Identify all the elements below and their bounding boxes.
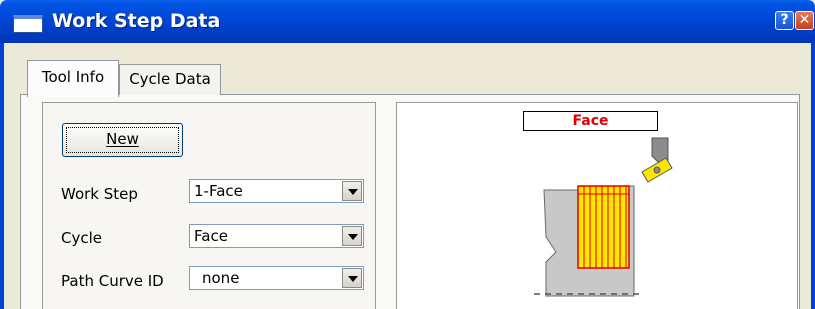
cycle-value: Face [194, 227, 228, 245]
window-title: Work Step Data [52, 10, 221, 32]
new-button[interactable]: New [62, 123, 183, 157]
face-cycle-diagram [534, 137, 673, 297]
focus-rect [66, 127, 179, 153]
window-border-right [811, 43, 815, 309]
help-icon: ? [780, 12, 789, 28]
tab-tool-info[interactable]: Tool Info [27, 60, 119, 97]
close-button[interactable]: ✕ [795, 11, 814, 30]
cycle-label: Cycle [61, 229, 102, 247]
work-step-select[interactable]: 1-Face [189, 179, 364, 203]
work-step-value: 1-Face [194, 182, 243, 200]
path-curve-id-select[interactable]: none [189, 266, 364, 290]
help-button[interactable]: ? [775, 11, 794, 30]
dropdown-arrow-icon[interactable] [342, 226, 362, 246]
tab-cycle-data[interactable]: Cycle Data [119, 64, 221, 95]
window-icon [13, 15, 43, 33]
window-border-left [0, 43, 4, 309]
title-bar: Work Step Data ? ✕ [0, 0, 815, 43]
close-icon: ✕ [798, 12, 811, 28]
path-curve-id-label: Path Curve ID [61, 272, 164, 290]
cut-region [577, 185, 630, 269]
path-curve-id-value: none [202, 269, 240, 287]
tool-icon [641, 137, 673, 183]
work-step-label: Work Step [61, 185, 138, 203]
dropdown-arrow-icon[interactable] [342, 268, 362, 288]
cycle-select[interactable]: Face [189, 224, 364, 248]
dropdown-arrow-icon[interactable] [342, 181, 362, 201]
